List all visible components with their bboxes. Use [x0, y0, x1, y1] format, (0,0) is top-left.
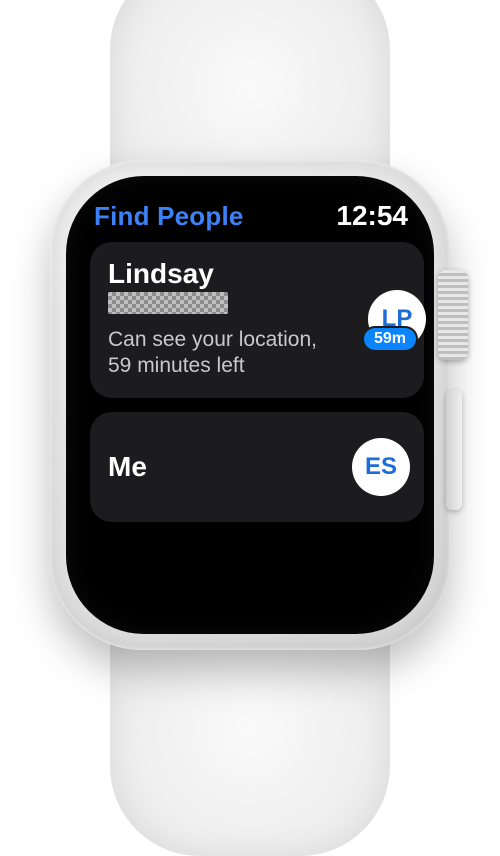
- person-row[interactable]: Lindsay Can see your location, 59 minute…: [90, 242, 424, 398]
- app-title[interactable]: Find People: [94, 201, 244, 232]
- apple-watch: Find People 12:54 Lindsay Can see your l…: [0, 0, 500, 816]
- me-label: Me: [108, 451, 344, 483]
- side-button[interactable]: [446, 390, 462, 510]
- clock: 12:54: [336, 200, 408, 232]
- person-text: Lindsay Can see your location, 59 minute…: [108, 258, 344, 380]
- me-text: Me: [108, 451, 344, 483]
- distance-badge: 59m: [364, 328, 416, 350]
- watch-case: Find People 12:54 Lindsay Can see your l…: [50, 160, 450, 650]
- me-avatar-initials: ES: [365, 453, 397, 481]
- person-subtitle: Can see your location, 59 minutes left: [108, 327, 344, 380]
- person-surname-redacted: [108, 292, 228, 314]
- person-name: Lindsay: [108, 258, 344, 290]
- person-avatar-wrap: LP 59m: [352, 290, 410, 348]
- people-list: Lindsay Can see your location, 59 minute…: [90, 242, 424, 522]
- watch-bezel: Find People 12:54 Lindsay Can see your l…: [66, 176, 434, 634]
- screen: Find People 12:54 Lindsay Can see your l…: [66, 176, 434, 634]
- me-avatar-wrap: ES: [352, 438, 410, 496]
- status-bar: Find People 12:54: [90, 200, 424, 242]
- me-row[interactable]: Me ES: [90, 412, 424, 522]
- me-avatar: ES: [352, 438, 410, 496]
- digital-crown[interactable]: [438, 270, 468, 360]
